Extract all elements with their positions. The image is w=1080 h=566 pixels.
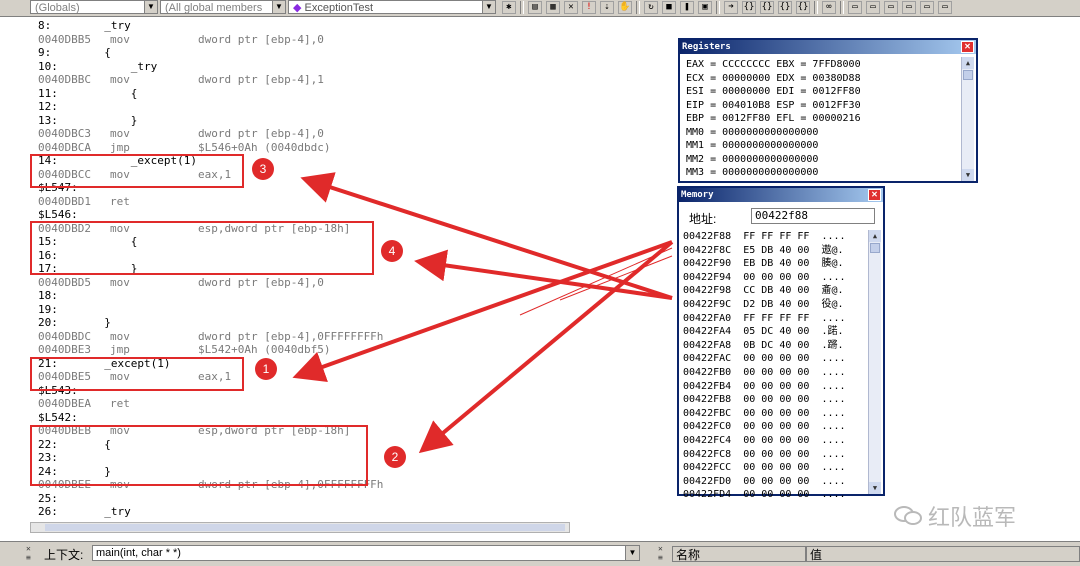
- register-line: MM1 = 0000000000000000: [686, 140, 819, 151]
- scroll-thumb[interactable]: [963, 70, 973, 80]
- arrow-2: [418, 240, 674, 454]
- close-icon[interactable]: ✕: [961, 41, 974, 53]
- memory-scrollbar[interactable]: ▲ ▼: [868, 230, 881, 494]
- memory-line: 00422F9C D2 DB 40 00 役@.: [683, 298, 844, 310]
- context-bar: ✕ ≡ 上下文: main(int, char * *) ▼ ✕ ≡ 名称 值: [0, 541, 1080, 566]
- arrow-3: [300, 172, 673, 300]
- memory-line: 00422FB0 00 00 00 00 ....: [683, 366, 846, 378]
- memory-line: 00422F98 CC DB 40 00 齑@.: [683, 285, 844, 297]
- register-line: MM0 = 0000000000000000: [686, 126, 819, 138]
- register-line: EBP = 0012FF80 EFL = 00000216: [686, 113, 861, 124]
- scroll-thumb[interactable]: [45, 524, 565, 531]
- register-line: EAX = CCCCCCCC EBX = 7FFD8000: [686, 59, 861, 70]
- scroll-up-icon[interactable]: ▲: [962, 57, 974, 69]
- annotation-badge-4: 4: [381, 240, 403, 262]
- memory-line: 00422FAC 00 00 00 00 ....: [683, 353, 846, 365]
- wechat-icon: [894, 506, 922, 525]
- address-label: 地址:: [689, 212, 717, 226]
- memory-dump: 00422F88 FF FF FF FF .... 00422F8C E5 DB …: [683, 230, 846, 502]
- annotation-badge-1: 1: [255, 358, 277, 380]
- memory-titlebar[interactable]: Memory ✕: [679, 188, 883, 202]
- arrow-1: [292, 240, 673, 382]
- register-line: ECX = 00000000 EDX = 00380D88: [686, 72, 861, 84]
- memory-line: 00422FC0 00 00 00 00 ....: [683, 421, 846, 433]
- memory-line: 00422FB4 00 00 00 00 ....: [683, 380, 846, 392]
- memory-window[interactable]: Memory ✕ 地址: 00422f88 00422F88 FF FF FF …: [677, 186, 885, 500]
- memory-line: 00422FD4 00 00 00 00 ....: [683, 489, 846, 501]
- close-icon[interactable]: ✕: [868, 189, 881, 201]
- context-combo[interactable]: main(int, char * *) ▼: [92, 545, 640, 561]
- memory-line: 00422FB8 00 00 00 00 ....: [683, 394, 846, 406]
- scroll-down-icon[interactable]: ▼: [962, 169, 974, 181]
- memory-line: 00422FCC 00 00 00 00 ....: [683, 462, 846, 474]
- scroll-up-icon[interactable]: ▲: [869, 230, 881, 242]
- memory-line: 00422F90 EB DB 40 00 腠@.: [683, 258, 844, 270]
- arrow-4: [414, 249, 673, 300]
- memory-line: 00422FBC 00 00 00 00 ....: [683, 407, 846, 419]
- grip-icon[interactable]: ✕ ≡: [26, 544, 34, 564]
- memory-line: 00422FA0 FF FF FF FF ....: [683, 312, 846, 324]
- context-label: 上下文:: [44, 548, 84, 562]
- name-column-header[interactable]: 名称: [672, 546, 806, 562]
- memory-line: 00422F88 FF FF FF FF ....: [683, 231, 846, 242]
- scroll-thumb[interactable]: [870, 243, 880, 253]
- chevron-down-icon[interactable]: ▼: [625, 546, 639, 560]
- memory-line: 00422FC4 00 00 00 00 ....: [683, 434, 846, 446]
- register-line: MM3 = 0000000000000000: [686, 167, 819, 178]
- registers-list: EAX = CCCCCCCC EBX = 7FFD8000 ECX = 00000…: [686, 58, 861, 180]
- registers-scrollbar[interactable]: ▲ ▼: [961, 57, 974, 181]
- registers-window[interactable]: Registers ✕ EAX = CCCCCCCC EBX = 7FFD800…: [678, 38, 978, 183]
- scroll-down-icon[interactable]: ▼: [869, 482, 881, 494]
- address-input[interactable]: 00422f88: [751, 208, 875, 224]
- memory-title: Memory: [681, 190, 714, 200]
- annotation-badge-2: 2: [384, 446, 406, 468]
- grip-icon[interactable]: ✕ ≡: [658, 544, 666, 564]
- registers-titlebar[interactable]: Registers ✕: [680, 40, 976, 54]
- memory-line: 00422F94 00 00 00 00 ....: [683, 271, 846, 283]
- watermark-text: 红队蓝军: [928, 506, 1017, 531]
- register-line: MM2 = 0000000000000000: [686, 153, 819, 165]
- value-column-header[interactable]: 值: [806, 546, 1080, 562]
- context-value: main(int, char * *): [96, 547, 181, 559]
- memory-line: 00422FC8 00 00 00 00 ....: [683, 448, 846, 460]
- code-hscrollbar[interactable]: [30, 522, 570, 533]
- register-line: EIP = 004010B8 ESP = 0012FF30: [686, 99, 861, 111]
- memory-line: 00422F8C E5 DB 40 00 遨@.: [683, 244, 844, 256]
- annotation-badge-3: 3: [252, 158, 274, 180]
- memory-line: 00422FA8 0B DC 40 00 .蹡.: [683, 339, 844, 351]
- registers-title: Registers: [682, 42, 731, 52]
- memory-line: 00422FA4 05 DC 40 00 .蹃.: [683, 326, 844, 338]
- memory-line: 00422FD0 00 00 00 00 ....: [683, 475, 846, 487]
- register-line: ESI = 00000000 EDI = 0012FF80: [686, 86, 861, 97]
